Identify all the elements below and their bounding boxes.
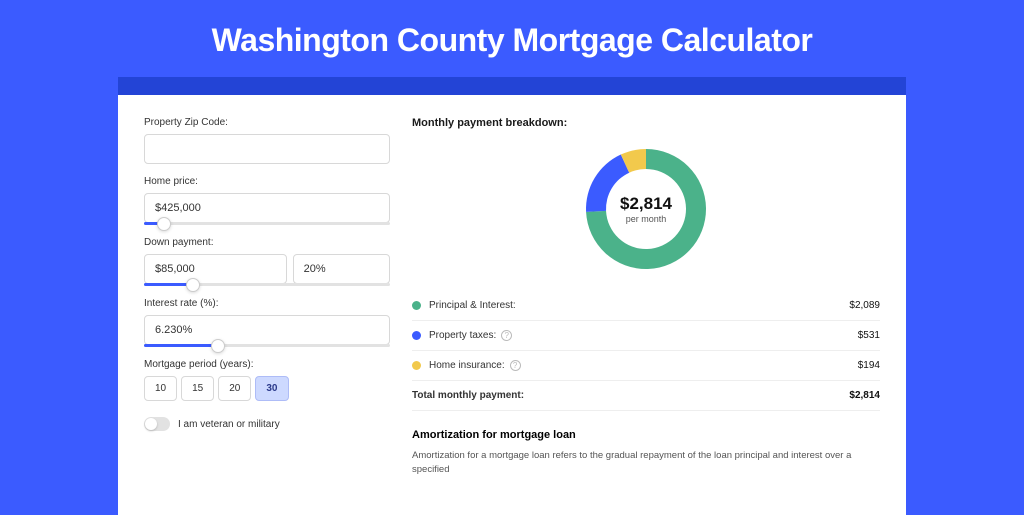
- period-button-15[interactable]: 15: [181, 376, 214, 401]
- zip-label: Property Zip Code:: [144, 117, 390, 128]
- info-icon[interactable]: ?: [501, 330, 512, 341]
- home-price-label: Home price:: [144, 176, 390, 187]
- calculator-band: Property Zip Code: Home price: Down paym…: [118, 77, 906, 515]
- info-icon[interactable]: ?: [510, 360, 521, 371]
- page-title: Washington County Mortgage Calculator: [0, 0, 1024, 77]
- slider-thumb-icon[interactable]: [186, 278, 200, 292]
- home-price-slider[interactable]: [144, 222, 390, 225]
- legend-value: $194: [858, 360, 880, 371]
- payment-donut-chart: $2,814 per month: [582, 145, 710, 273]
- veteran-label: I am veteran or military: [178, 419, 280, 430]
- amortization-section: Amortization for mortgage loan Amortizat…: [412, 429, 880, 478]
- zip-input[interactable]: [144, 134, 390, 164]
- legend-label: Home insurance:: [429, 360, 505, 371]
- legend-value: $2,089: [849, 300, 880, 311]
- breakdown-title: Monthly payment breakdown:: [412, 117, 880, 129]
- legend-row: Property taxes:? $531: [412, 321, 880, 351]
- interest-rate-slider[interactable]: [144, 344, 390, 347]
- total-value: $2,814: [849, 390, 880, 401]
- slider-thumb-icon[interactable]: [211, 339, 225, 353]
- period-button-10[interactable]: 10: [144, 376, 177, 401]
- home-price-input[interactable]: [144, 193, 390, 223]
- period-label: Mortgage period (years):: [144, 359, 390, 370]
- period-button-30[interactable]: 30: [255, 376, 288, 401]
- down-payment-label: Down payment:: [144, 237, 390, 248]
- amortization-title: Amortization for mortgage loan: [412, 429, 880, 441]
- breakdown-panel: Monthly payment breakdown: $2,814 per mo…: [412, 117, 880, 493]
- legend-dot-icon: [412, 331, 421, 340]
- veteran-toggle[interactable]: [144, 417, 170, 431]
- down-payment-slider[interactable]: [144, 283, 390, 286]
- legend-row: Home insurance:? $194: [412, 351, 880, 381]
- donut-sub: per month: [626, 214, 667, 224]
- legend-label: Principal & Interest:: [429, 300, 516, 311]
- interest-rate-input[interactable]: [144, 315, 390, 345]
- legend-label: Property taxes:: [429, 330, 496, 341]
- donut-amount: $2,814: [620, 194, 672, 214]
- period-button-20[interactable]: 20: [218, 376, 251, 401]
- down-payment-pct-input[interactable]: [293, 254, 390, 284]
- amortization-text: Amortization for a mortgage loan refers …: [412, 449, 880, 478]
- down-payment-amount-input[interactable]: [144, 254, 287, 284]
- legend-dot-icon: [412, 361, 421, 370]
- total-row: Total monthly payment: $2,814: [412, 381, 880, 411]
- calculator-card: Property Zip Code: Home price: Down paym…: [118, 95, 906, 515]
- interest-rate-label: Interest rate (%):: [144, 298, 390, 309]
- slider-thumb-icon[interactable]: [157, 217, 171, 231]
- legend-row: Principal & Interest: $2,089: [412, 291, 880, 321]
- legend-dot-icon: [412, 301, 421, 310]
- total-label: Total monthly payment:: [412, 390, 524, 401]
- legend-value: $531: [858, 330, 880, 341]
- form-panel: Property Zip Code: Home price: Down paym…: [144, 117, 390, 493]
